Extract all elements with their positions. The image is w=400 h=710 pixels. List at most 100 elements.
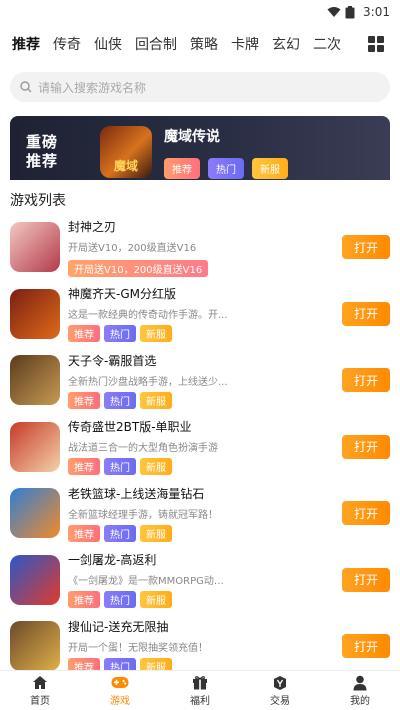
badge-hot: 热门 [104, 657, 136, 670]
badge-new-server: 新服 [140, 524, 172, 542]
tab-turn-based[interactable]: 回合制 [135, 34, 177, 54]
nav-profile[interactable]: 我的 [320, 671, 400, 710]
badge-new-server: 新服 [140, 591, 172, 609]
game-desc: 全新热门沙盘战略手游，上线送少... [68, 376, 228, 388]
bottom-nav: 首页 游戏 福利 交易 我的 [0, 670, 400, 710]
badge-recommend: 推荐 [68, 325, 100, 343]
badge-hot: 热门 [104, 325, 136, 343]
tab-legend[interactable]: 传奇 [53, 34, 81, 54]
game-row[interactable]: 封神之刃 开局送V10，200级直送V16 开局送V10，200级直送V16 打… [0, 214, 400, 281]
nav-home-label: 首页 [30, 695, 50, 707]
game-badges: 推荐 热门 新服 [68, 657, 390, 670]
badge-new-server: 新服 [140, 391, 172, 409]
badge-new-server: 新服 [140, 657, 172, 670]
featured-banner[interactable]: 重磅 推荐 魔域 魔域传说 推荐 热门 新服 [10, 116, 390, 188]
nav-trade[interactable]: 交易 [240, 671, 320, 710]
banner-game-icon: 魔域 [100, 126, 152, 178]
game-desc: 开局一个蛋！无限抽奖领充值！ [68, 642, 208, 654]
gift-icon [191, 675, 209, 691]
game-icon [10, 488, 60, 539]
open-button[interactable]: 打开 [342, 567, 390, 592]
battery-icon [345, 5, 355, 18]
banner-badges: 推荐 热门 新服 [164, 157, 288, 179]
game-promo: 开局送V10，200级直送V16 [68, 259, 209, 277]
user-icon [351, 675, 369, 691]
status-time: 3:01 [363, 5, 390, 19]
search-icon [20, 81, 32, 93]
category-tabs: 推荐 传奇 仙侠 回合制 策略 卡牌 玄幻 二次 [0, 24, 400, 64]
game-row[interactable]: 传奇盛世2BT版-单职业 战法道三合一的大型角色扮演手游 推荐 热门 新服 打开 [0, 414, 400, 481]
badge-hot: 热门 [104, 591, 136, 609]
open-button[interactable]: 打开 [342, 634, 390, 659]
game-name: 传奇盛世2BT版-单职业 [68, 420, 192, 435]
game-name: 天子令-霸服首选 [68, 353, 157, 368]
tab-strategy[interactable]: 策略 [190, 34, 218, 54]
badge-new-server: 新服 [140, 458, 172, 476]
gamepad-icon [111, 675, 129, 691]
home-icon [31, 675, 49, 691]
nav-profile-label: 我的 [350, 695, 370, 707]
badge-hot: 热门 [104, 391, 136, 409]
banner-tagline: 重磅 推荐 [26, 133, 59, 170]
nav-trade-label: 交易 [270, 695, 290, 707]
badge-hot: 热门 [208, 157, 244, 179]
game-badges: 推荐 热门 新服 [68, 524, 390, 542]
game-row[interactable]: 一剑屠龙-高返利 《一剑屠龙》是一款MMORPG动作... 推荐 热门 新服 打… [0, 547, 400, 614]
badge-hot: 热门 [104, 524, 136, 542]
tab-anime[interactable]: 二次 [313, 34, 341, 54]
game-desc: 战法道三合一的大型角色扮演手游 [68, 443, 218, 455]
banner-game-name: 魔域传说 [164, 128, 220, 145]
game-name: 封神之刃 [68, 219, 117, 234]
badge-recommend: 推荐 [68, 391, 100, 409]
game-badges: 推荐 热门 新服 [68, 391, 390, 409]
banner-info: 魔域传说 推荐 热门 新服 [164, 126, 288, 179]
open-button[interactable]: 打开 [342, 235, 390, 260]
game-desc: 全新篮球经理手游，铸就冠军路！ [68, 509, 218, 521]
nav-games-label: 游戏 [110, 695, 130, 707]
category-grid-button[interactable] [352, 24, 400, 64]
game-row[interactable]: 搜仙记-送充无限抽 开局一个蛋！无限抽奖领充值！ 推荐 热门 新服 打开 [0, 613, 400, 670]
badge-hot: 热门 [104, 458, 136, 476]
game-name: 一剑屠龙-高返利 [68, 553, 157, 568]
game-icon [10, 222, 60, 273]
tab-fantasy[interactable]: 玄幻 [272, 34, 300, 54]
game-badges: 推荐 热门 新服 [68, 458, 390, 476]
nav-home[interactable]: 首页 [0, 671, 80, 710]
open-button[interactable]: 打开 [342, 434, 390, 459]
trade-icon [271, 675, 289, 691]
badge-new-server: 新服 [140, 325, 172, 343]
game-row[interactable]: 天子令-霸服首选 全新热门沙盘战略手游，上线送少... 推荐 热门 新服 打开 [0, 347, 400, 414]
nav-welfare[interactable]: 福利 [160, 671, 240, 710]
game-badges: 推荐 热门 新服 [68, 591, 390, 609]
game-icon [10, 554, 60, 605]
game-row[interactable]: 神魔齐天-GM分红版 这是一款经典的传奇动作手游。开... 推荐 热门 新服 打… [0, 281, 400, 348]
wifi-icon [327, 7, 341, 17]
open-button[interactable]: 打开 [342, 301, 390, 326]
search-bar: 请输入搜索游戏名称 [0, 64, 400, 112]
game-desc: 这是一款经典的传奇动作手游。开... [68, 310, 228, 322]
status-bar: 3:01 [0, 0, 400, 24]
game-name: 老铁篮球-上线送海量钻石 [68, 486, 205, 501]
open-button[interactable]: 打开 [342, 501, 390, 526]
banner-game-icon-text: 魔域 [113, 159, 138, 173]
nav-games[interactable]: 游戏 [80, 671, 160, 710]
search-input[interactable]: 请输入搜索游戏名称 [10, 72, 390, 102]
game-name: 神魔齐天-GM分红版 [68, 287, 176, 302]
game-badges: 推荐 热门 新服 [68, 325, 390, 343]
tab-xianxia[interactable]: 仙侠 [94, 34, 122, 54]
tab-card[interactable]: 卡牌 [231, 34, 259, 54]
badge-recommend: 推荐 [164, 157, 200, 179]
badge-recommend: 推荐 [68, 524, 100, 542]
badge-new-server: 新服 [252, 157, 288, 179]
game-icon [10, 355, 60, 406]
badge-recommend: 推荐 [68, 657, 100, 670]
game-desc: 《一剑屠龙》是一款MMORPG动作... [68, 576, 228, 588]
game-desc: 开局送V10，200级直送V16 [68, 242, 197, 254]
game-list-title: 游戏列表 [10, 193, 66, 209]
game-row[interactable]: 老铁篮球-上线送海量钻石 全新篮球经理手游，铸就冠军路！ 推荐 热门 新服 打开 [0, 480, 400, 547]
search-placeholder: 请输入搜索游戏名称 [38, 80, 147, 95]
tab-recommend[interactable]: 推荐 [12, 34, 40, 54]
game-icon [10, 621, 60, 670]
game-icon [10, 288, 60, 339]
open-button[interactable]: 打开 [342, 368, 390, 393]
